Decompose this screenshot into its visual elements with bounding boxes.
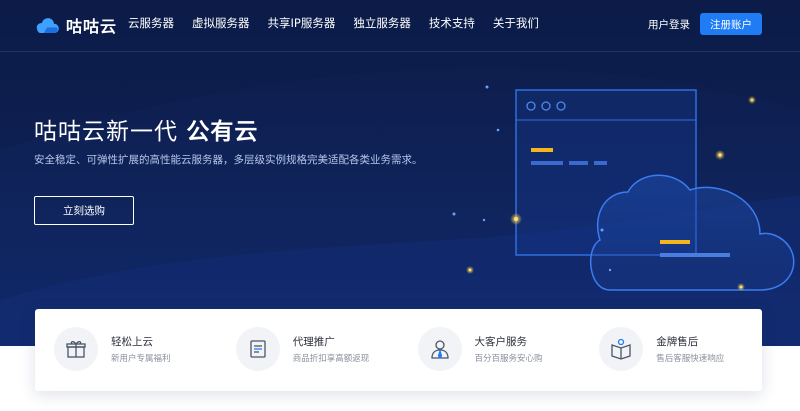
logo-text: 咕咕云 [66,17,118,36]
feature-title: 金牌售后 [656,336,699,348]
hero-banner: 咕咕云 云服务器 虚拟服务器 共享IP服务器 独立服务器 技术支持 关于我们 用… [0,0,800,346]
top-header: 咕咕云 云服务器 虚拟服务器 共享IP服务器 独立服务器 技术支持 关于我们 用… [0,0,800,52]
document-icon [235,327,280,371]
register-button[interactable]: 注册账户 [700,13,762,35]
feature-card: 轻松上云 新用户专属福利 代理推广 商品折扣享高额返现 大客户服务 百分百服务安… [35,309,762,391]
gift-icon [54,327,98,371]
feature-title: 代理推广 [292,336,335,348]
nav-item-tech-support[interactable]: 技术支持 [429,15,475,31]
nav-item-about-us[interactable]: 关于我们 [493,15,539,31]
hero-title: 咕咕云新一代 公有云 [34,112,258,146]
cloud-logo-icon [36,18,59,33]
buy-now-button[interactable]: 立刻选购 [34,196,134,225]
logo[interactable]: 咕咕云 [34,13,117,37]
hero-title-highlight: 公有云 [186,119,259,145]
nav-item-virtual-server[interactable]: 虚拟服务器 [192,15,250,31]
feature-desc: 商品折扣享高额返现 [292,354,370,364]
feature-desc: 百分百服务安心购 [474,354,543,364]
login-link[interactable]: 用户登录 [648,17,690,32]
book-support-icon [599,327,644,371]
feature-item-easy-cloud[interactable]: 轻松上云 新用户专属福利 [35,309,217,391]
feature-title: 轻松上云 [111,336,153,348]
hero-title-prefix: 咕咕云新一代 [34,119,187,145]
hero-subtitle: 安全稳定、可弹性扩展的高性能云服务器，多层级实例规格完美适配各类业务需求。 [34,154,423,166]
feature-desc: 售后客服快速响应 [656,354,725,364]
feature-item-agent-promotion[interactable]: 代理推广 商品折扣享高额返现 [217,309,399,391]
nav-item-cloud-server[interactable]: 云服务器 [128,15,174,31]
main-nav: 云服务器 虚拟服务器 共享IP服务器 独立服务器 技术支持 关于我们 [128,15,557,31]
nav-item-shared-ip-server[interactable]: 共享IP服务器 [268,15,336,31]
feature-desc: 新用户专属福利 [111,354,171,364]
user-service-icon [417,327,462,371]
feature-item-enterprise-service[interactable]: 大客户服务 百分百服务安心购 [399,309,581,391]
nav-item-dedicated-server[interactable]: 独立服务器 [353,15,411,31]
feature-item-premium-support[interactable]: 金牌售后 售后客服快速响应 [580,309,762,391]
feature-title: 大客户服务 [474,336,528,348]
